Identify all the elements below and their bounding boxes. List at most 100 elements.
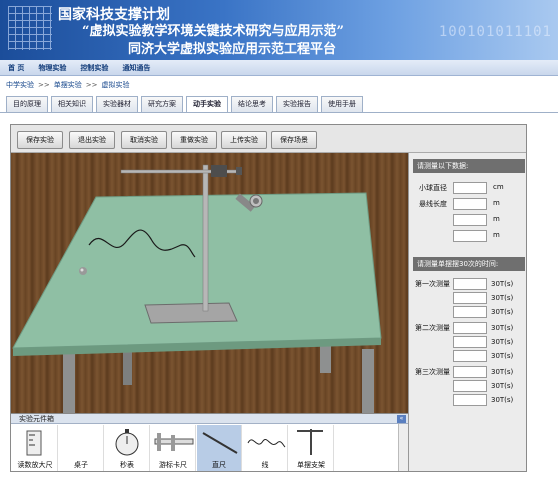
ball-diameter-unit: cm <box>493 183 504 191</box>
time-unit: 30T(s) <box>491 280 514 288</box>
bin-item-caliper[interactable]: 游标卡尺 <box>151 425 196 471</box>
redo-experiment-button[interactable]: 重做实验 <box>171 131 217 149</box>
string-icon <box>247 439 286 448</box>
length-unit: m <box>493 215 500 223</box>
breadcrumb-separator: >> <box>38 81 50 89</box>
time-unit: 30T(s) <box>491 368 514 376</box>
nav-physics[interactable]: 物理实验 <box>38 63 66 73</box>
time-unit: 30T(s) <box>491 338 514 346</box>
tab-plan[interactable]: 研究方案 <box>141 96 183 112</box>
header-banner: 100101011101 国家科技支撑计划 “虚拟实验教学环境关键技术研究与应用… <box>0 0 558 60</box>
line-length-input-3[interactable] <box>453 230 487 242</box>
measurement-panel: 请测量以下数据: 小球直径 cm 悬线长度 m m m 请测量单摆摆30次的时间… <box>408 153 526 471</box>
table-leg <box>362 349 374 413</box>
cancel-experiment-button[interactable]: 取消实验 <box>121 131 167 149</box>
experiment-tabs: 目的原理 相关知识 实验器材 研究方案 动手实验 结论思考 实验报告 使用手册 <box>6 96 366 112</box>
first-measurement-label: 第一次测量 <box>415 280 450 288</box>
stand-rod <box>202 164 209 312</box>
time-unit: 30T(s) <box>491 294 514 302</box>
line-length-input-1[interactable] <box>453 198 487 210</box>
breadcrumb-item[interactable]: 单摆实验 <box>54 80 82 90</box>
time-input-2-1[interactable] <box>453 322 487 334</box>
table-icon <box>59 425 104 459</box>
tab-conclusion[interactable]: 结论思考 <box>231 96 273 112</box>
time-input-2-2[interactable] <box>453 336 487 348</box>
time-unit: 30T(s) <box>491 308 514 316</box>
third-measurement-label: 第三次测量 <box>415 368 450 376</box>
time-unit: 30T(s) <box>491 352 514 360</box>
table-top <box>12 192 382 349</box>
time-input-3-2[interactable] <box>453 380 487 392</box>
time-input-3-3[interactable] <box>453 394 487 406</box>
nav-notices[interactable]: 通知通告 <box>122 63 150 73</box>
tab-knowledge[interactable]: 相关知识 <box>51 96 93 112</box>
bin-item-label: 桌子 <box>74 461 88 469</box>
time-input-1-1[interactable] <box>453 278 487 290</box>
nav-control[interactable]: 控制实验 <box>80 63 108 73</box>
breadcrumb-item: 虚拟实验 <box>101 81 130 89</box>
collapse-bin-icon[interactable]: « <box>397 415 406 423</box>
banner-binary-decoration: 100101011101 <box>438 24 552 40</box>
time-unit: 30T(s) <box>491 396 514 404</box>
breadcrumb: 中学实验 >> 单摆实验 >> 虚拟实验 <box>0 78 558 92</box>
pendulum-stand-icon <box>297 429 323 455</box>
bin-scrollbar[interactable] <box>398 424 408 471</box>
breadcrumb-item[interactable]: 中学实验 <box>6 80 34 90</box>
component-bin-title: 实验元件箱 <box>11 414 408 424</box>
time-input-2-3[interactable] <box>453 350 487 362</box>
time-input-1-3[interactable] <box>453 306 487 318</box>
tab-purpose[interactable]: 目的原理 <box>6 96 48 112</box>
tab-equipment[interactable]: 实验器材 <box>96 96 138 112</box>
bin-item-label: 秒表 <box>120 461 134 469</box>
bin-item-label: 游标卡尺 <box>159 461 187 469</box>
tab-hands-on[interactable]: 动手实验 <box>186 96 228 112</box>
ruler-icon <box>202 432 238 454</box>
save-scene-button[interactable]: 保存场景 <box>271 131 317 149</box>
breadcrumb-separator: >> <box>85 81 98 89</box>
bin-item-reading-magnifier[interactable]: 读数放大尺 <box>13 425 58 471</box>
stand-base <box>144 302 238 324</box>
table-leg <box>63 348 75 413</box>
time-unit: 30T(s) <box>491 324 514 332</box>
line-length-label: 悬线长度 <box>419 200 447 208</box>
save-experiment-button[interactable]: 保存实验 <box>17 131 63 149</box>
nav-home[interactable]: 首 页 <box>8 63 24 73</box>
time-unit: 30T(s) <box>491 382 514 390</box>
second-measurement-label: 第二次测量 <box>415 324 450 332</box>
measure-time-header: 请测量单摆摆30次的时间: <box>413 257 525 271</box>
experiment-scene[interactable] <box>11 153 408 413</box>
bin-item-pendulum-stand[interactable]: 单摆支架 <box>289 425 334 471</box>
tab-report[interactable]: 实验报告 <box>276 96 318 112</box>
vernier-caliper-icon <box>154 433 194 451</box>
bin-item-label: 直尺 <box>212 461 226 469</box>
ball-diameter-label: 小球直径 <box>419 184 447 192</box>
bin-item-label: 读数放大尺 <box>17 461 53 469</box>
measure-data-header: 请测量以下数据: <box>413 159 525 173</box>
arm-clip <box>236 167 242 175</box>
time-input-1-2[interactable] <box>453 292 487 304</box>
tab-manual[interactable]: 使用手册 <box>321 96 363 112</box>
bin-item-label: 线 <box>261 461 269 469</box>
exit-experiment-button[interactable]: 退出实验 <box>69 131 115 149</box>
component-bin: 实验元件箱 « 读数放大尺 桌子 秒表 游标卡尺 直尺 线 单摆支架 <box>11 413 408 471</box>
bin-item-stopwatch[interactable]: 秒表 <box>105 425 150 471</box>
line-length-input-2[interactable] <box>453 214 487 226</box>
experiment-toolbar: 保存实验 退出实验 取消实验 重做实验 上传实验 保存场景 <box>11 125 526 153</box>
stand-clamp <box>211 165 227 177</box>
ball-diameter-input[interactable] <box>453 182 487 194</box>
bin-item-label: 单摆支架 <box>297 461 325 469</box>
tab-divider <box>0 112 558 113</box>
upload-experiment-button[interactable]: 上传实验 <box>221 131 267 149</box>
bin-item-table[interactable]: 桌子 <box>59 425 104 471</box>
length-unit: m <box>493 231 500 239</box>
stopwatch-icon <box>115 429 139 456</box>
time-input-3-1[interactable] <box>453 366 487 378</box>
logo-grid-icon <box>8 6 52 50</box>
bin-item-ruler[interactable]: 直尺 <box>197 425 242 471</box>
bin-item-string[interactable]: 线 <box>243 425 288 471</box>
magnifier-ruler-icon <box>26 430 42 456</box>
banner-title-2: “虚拟实验教学环境关键技术研究与应用示范” <box>82 24 344 39</box>
length-unit: m <box>493 199 500 207</box>
main-nav: 首 页 物理实验 控制实验 通知通告 <box>0 60 558 76</box>
experiment-frame: 保存实验 退出实验 取消实验 重做实验 上传实验 保存场景 请测量以下数据: 小… <box>10 124 527 472</box>
